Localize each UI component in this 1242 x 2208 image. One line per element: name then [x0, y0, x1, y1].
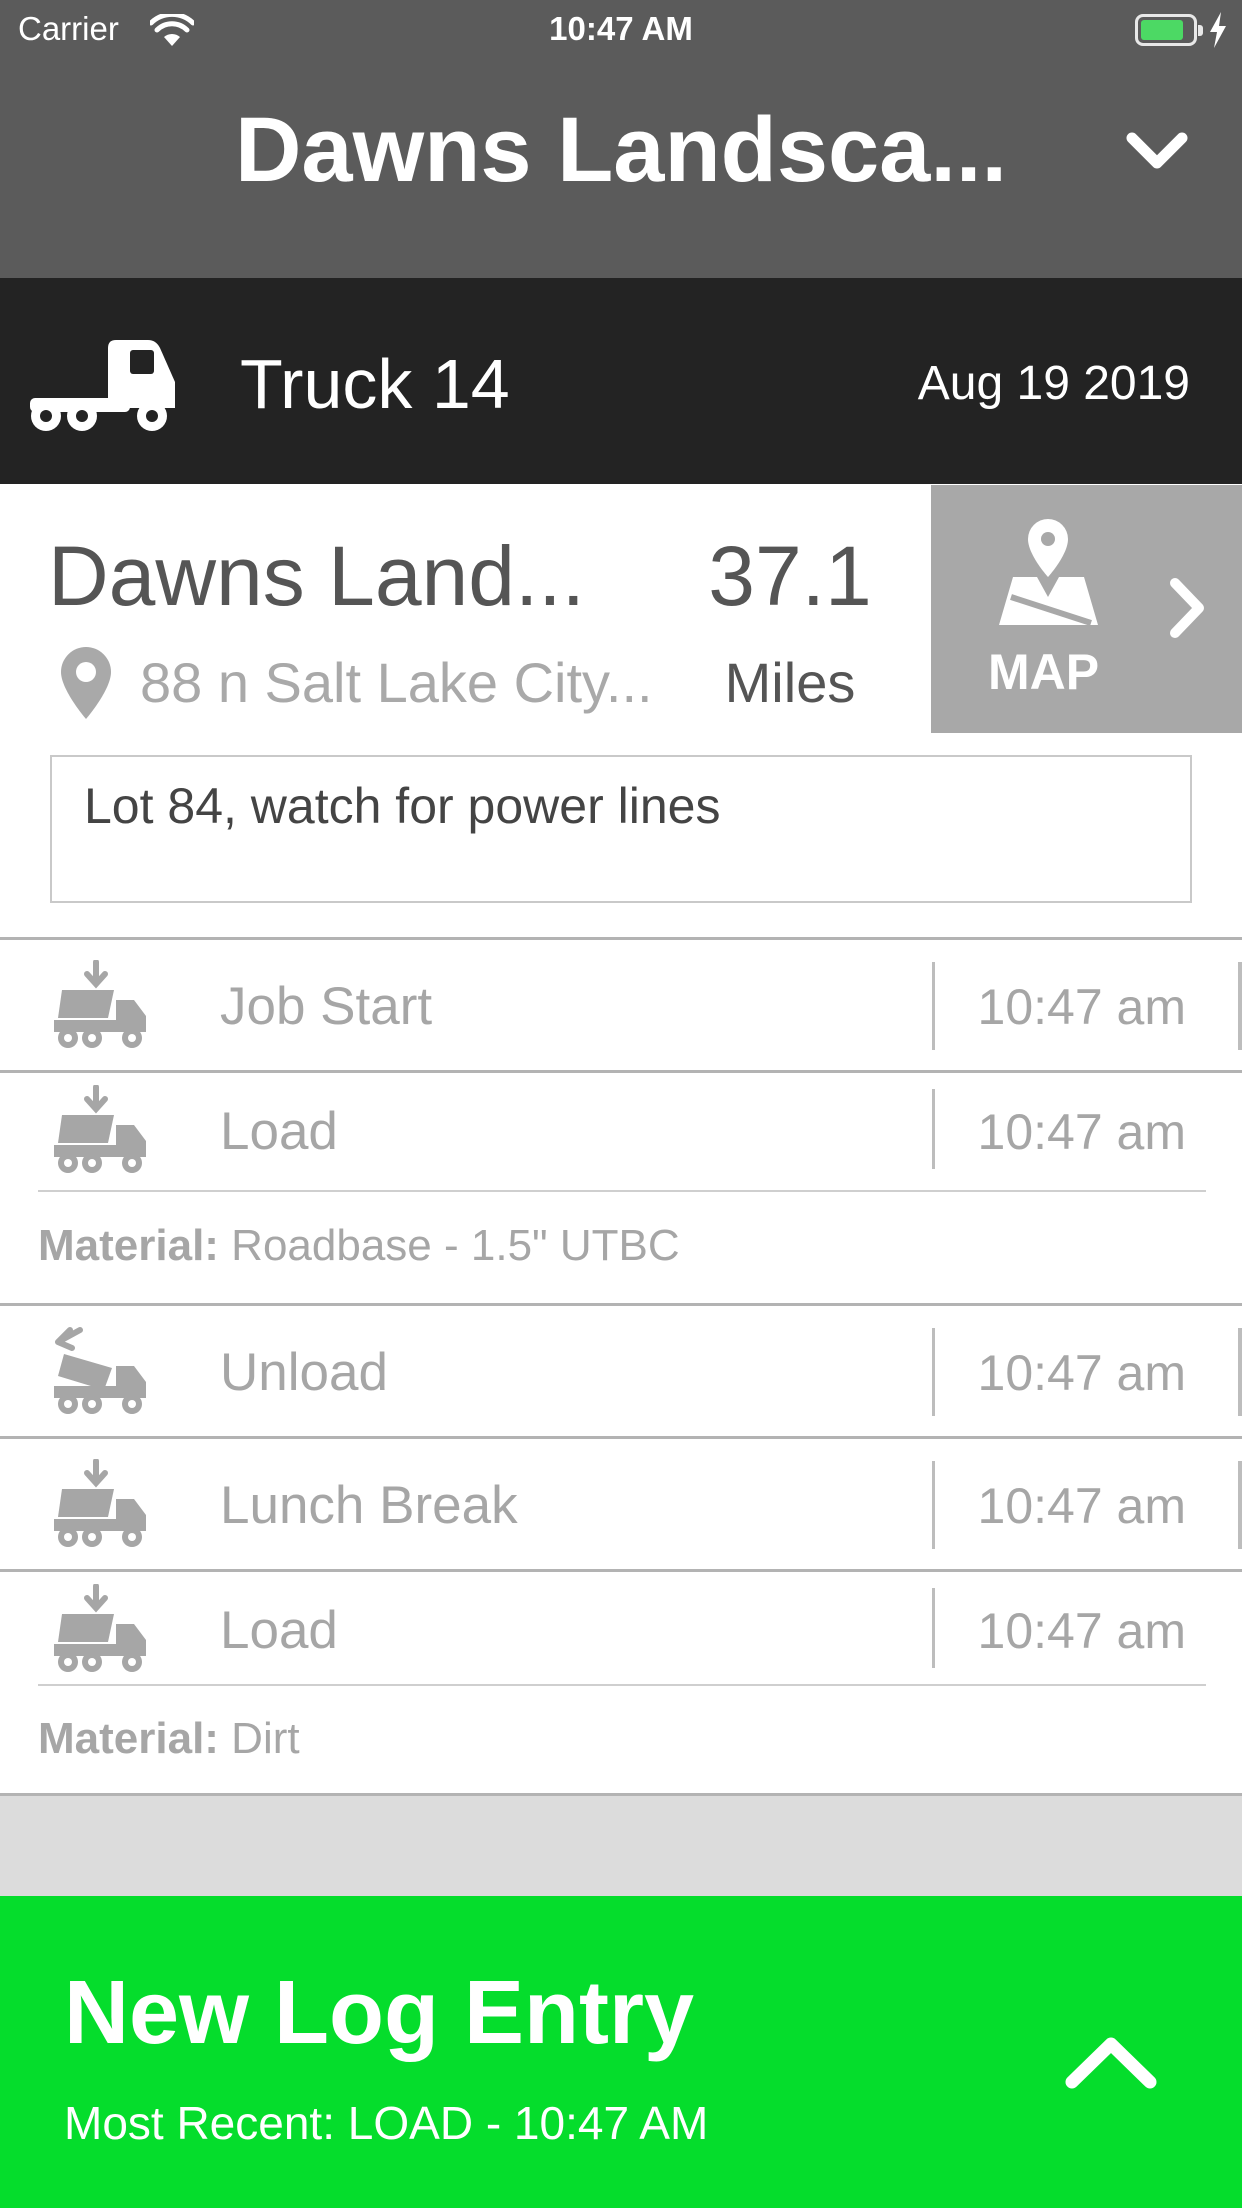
log-time: 10:47 am	[977, 1478, 1186, 1534]
row-divider	[932, 1328, 935, 1416]
distance-unit: Miles	[724, 651, 856, 714]
row-edge	[1238, 962, 1242, 1050]
material-rule	[38, 1684, 1206, 1686]
material-line: Material: Roadbase - 1.5" UTBC	[38, 1221, 680, 1271]
status-bar: Carrier 10:47 AM	[0, 0, 1242, 60]
distance-value: 37.1	[708, 529, 872, 623]
log-label: Load	[220, 1102, 338, 1161]
row-divider	[932, 1089, 935, 1169]
row-divider	[932, 1461, 935, 1549]
log-label: Job Start	[220, 977, 433, 1036]
material-line: Material: Dirt	[38, 1714, 300, 1764]
log-row-load[interactable]: Load 10:47 am Material: Dirt	[0, 1569, 1242, 1794]
map-button[interactable]: MAP	[931, 485, 1242, 733]
job-notes: Lot 84, watch for power lines	[50, 755, 1192, 903]
truck-date: Aug 19 2019	[917, 357, 1190, 410]
material-rule	[38, 1190, 1206, 1192]
job-notes-text: Lot 84, watch for power lines	[84, 778, 721, 834]
log-label: Load	[220, 1601, 338, 1660]
job-address: 88 n Salt Lake City...	[140, 651, 653, 714]
material-key: Material:	[38, 1221, 219, 1270]
log-time: 10:47 am	[977, 1345, 1186, 1401]
job-name: Dawns Land...	[48, 529, 585, 623]
truck-name: Truck 14	[240, 345, 510, 423]
map-icon	[999, 519, 1098, 626]
truck-load-icon	[54, 1584, 146, 1672]
truck-load-icon	[54, 1459, 146, 1547]
material-value: Dirt	[218, 1714, 300, 1763]
row-edge	[1238, 1461, 1242, 1549]
truck-load-icon	[54, 960, 146, 1048]
material-value: Roadbase - 1.5" UTBC	[218, 1221, 680, 1270]
log-time: 10:47 am	[977, 1603, 1186, 1659]
row-divider	[932, 962, 935, 1050]
row-edge	[1238, 1328, 1242, 1416]
log-time: 10:47 am	[977, 1104, 1186, 1160]
log-row-load[interactable]: Load 10:47 am Material: Roadbase - 1.5" …	[0, 1070, 1242, 1303]
log-label: Lunch Break	[220, 1476, 518, 1535]
log-row-unload[interactable]: Unload 10:47 am	[0, 1303, 1242, 1436]
status-time: 10:47 AM	[549, 10, 693, 47]
truck-bar: Truck 14 Aug 19 2019	[0, 278, 1242, 484]
new-log-entry-title[interactable]: New Log Entry	[64, 1962, 694, 2065]
log-label: Unload	[220, 1343, 388, 1402]
list-spacer	[0, 1796, 1242, 1896]
map-label: MAP	[988, 644, 1100, 700]
material-key: Material:	[38, 1714, 219, 1763]
log-row-job-start[interactable]: Job Start 10:47 am	[0, 937, 1242, 1070]
company-header[interactable]: Dawns Landsca...	[0, 60, 1242, 278]
chevron-right-icon	[1170, 578, 1204, 638]
battery-icon	[1135, 14, 1203, 46]
chevron-down-icon[interactable]	[1122, 120, 1192, 180]
chevron-up-icon[interactable]	[1056, 2026, 1166, 2096]
truck-unload-icon	[54, 1327, 146, 1414]
log-time: 10:47 am	[977, 979, 1186, 1035]
new-log-entry-panel[interactable]: New Log Entry Most Recent: LOAD - 10:47 …	[0, 1896, 1242, 2208]
truck-icon	[30, 340, 175, 431]
log-row-lunch-break[interactable]: Lunch Break 10:47 am	[0, 1436, 1242, 1569]
truck-load-icon	[54, 1085, 146, 1173]
company-title[interactable]: Dawns Landsca...	[0, 98, 1242, 203]
location-pin-icon	[61, 647, 111, 719]
row-divider	[932, 1588, 935, 1668]
charging-bolt-icon	[1210, 12, 1226, 48]
most-recent-label: Most Recent: LOAD - 10:47 AM	[64, 2097, 709, 2149]
